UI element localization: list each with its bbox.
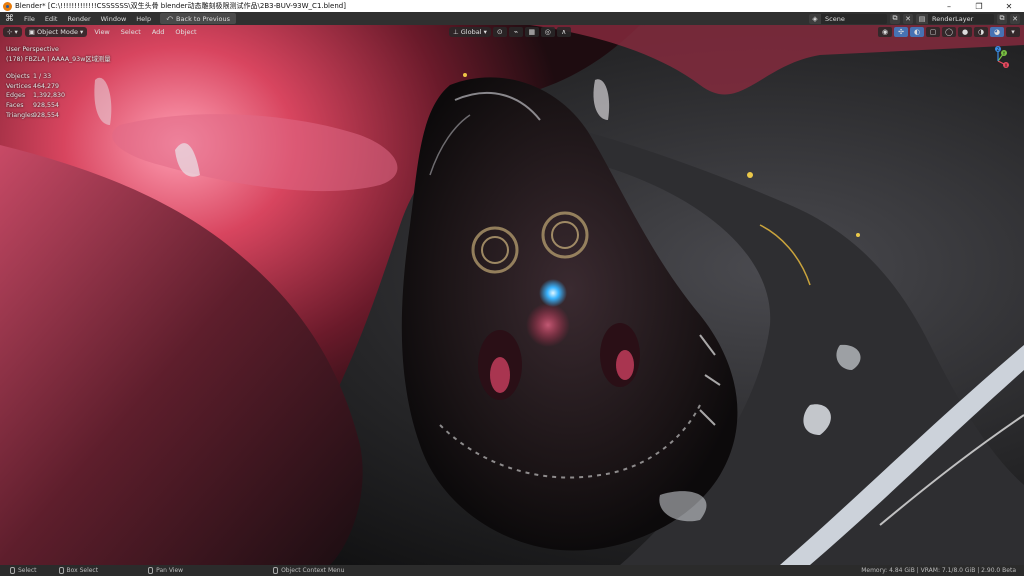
pivot-point-icon[interactable]: ⊙ (492, 27, 507, 37)
active-collection-label: (178) FBZLA | AAAA_93w区域测量 (6, 55, 111, 63)
stat-value: 928,554 (33, 101, 60, 109)
material-preview-icon[interactable]: ◑ (974, 27, 988, 37)
transform-controls: ⊥ Global ▾ ⊙ ⌁ ▦ ◎ ∧ (446, 27, 571, 37)
view-layer-name-field[interactable]: RenderLayer (928, 15, 994, 23)
viewport-menu-select[interactable]: Select (117, 27, 145, 37)
blender-app-icon (3, 1, 12, 11)
scene-statistics: Objects 1 / 33 Vertices 464,279 Edges 1,… (6, 72, 111, 120)
view-layer-selector[interactable]: ▤ RenderLayer (916, 13, 994, 24)
back-to-previous-label: Back to Previous (176, 14, 230, 23)
status-pan-view-label: Pan View (156, 567, 184, 574)
menu-render[interactable]: Render (62, 15, 95, 23)
gizmo-x-label: X (1005, 63, 1008, 68)
visibility-icon[interactable]: ◉ (878, 27, 892, 37)
stat-value: 1 / 33 (33, 73, 52, 81)
overlay-toggle-icon[interactable]: ◐ (910, 27, 924, 37)
close-button[interactable]: ✕ (994, 0, 1024, 12)
rendered-shading-icon[interactable]: ◕ (990, 27, 1004, 37)
editor-type-button[interactable]: ⊹ ▾ (3, 27, 22, 37)
status-select-hint: Select (10, 567, 37, 574)
status-select-label: Select (18, 567, 37, 574)
stat-label: Triangles (6, 111, 35, 119)
window-titlebar: Blender* [C:\!!!!!!!!!!!!!CSSSSSS\双生头骨 b… (0, 0, 1024, 12)
blender-logo-icon[interactable]: ⌘ (5, 14, 15, 24)
status-box-select-hint: Box Select (58, 567, 99, 574)
proportional-editing-icon[interactable]: ◎ (540, 27, 555, 37)
gizmo-y-label: Y (1002, 51, 1006, 56)
status-pan-view-hint: Pan View (148, 567, 183, 574)
falloff-icon[interactable]: ∧ (556, 27, 571, 37)
stat-value: 464,279 (33, 82, 60, 90)
maximize-button[interactable]: ❐ (964, 0, 994, 12)
snap-target-icon[interactable]: ▦ (524, 27, 539, 37)
transform-orientation-label: Global (460, 28, 482, 36)
gizmo-z-label: Z (997, 47, 1000, 52)
perspective-label: User Perspective (6, 46, 59, 53)
shading-options-icon[interactable]: ▾ (1006, 27, 1020, 37)
object-mode-icon: ▣ (28, 28, 35, 36)
navigation-gizmo[interactable]: X Y Z (984, 45, 1012, 73)
stat-label: Objects (6, 73, 30, 81)
middle-mouse-drag-icon (148, 567, 154, 574)
viewport-menu-object[interactable]: Object (171, 27, 200, 37)
new-scene-icon[interactable]: ⧉ (890, 13, 900, 24)
mode-label: Object Mode (37, 28, 78, 36)
wireframe-shading-icon[interactable]: ◯ (942, 27, 956, 37)
editor-type-icon: ⊹ (7, 28, 13, 36)
scene-icon: ◈ (809, 13, 821, 24)
gizmo-toggle-icon[interactable]: ✣ (894, 27, 908, 37)
new-view-layer-icon[interactable]: ⧉ (997, 13, 1007, 24)
top-menubar: ⌘ File Edit Render Window Help ⤺ Back to… (0, 12, 1024, 25)
middle-mouse-icon (58, 567, 64, 574)
rendered-sculpt-scene[interactable] (0, 25, 1024, 565)
delete-scene-icon[interactable]: ✕ (903, 13, 913, 24)
stat-value: 1,392,830 (33, 92, 66, 100)
minimize-button[interactable]: – (934, 0, 964, 12)
right-mouse-icon (273, 567, 279, 574)
window-title: Blender* [C:\!!!!!!!!!!!!!CSSSSSS\双生头骨 b… (15, 2, 346, 10)
status-memory-info: Memory: 4.84 GiB | VRAM: 7.1/8.0 GiB | 2… (861, 567, 1016, 574)
scene-name-field[interactable]: Scene (821, 15, 887, 23)
menu-file[interactable]: File (19, 15, 40, 23)
viewport-menu-add[interactable]: Add (148, 27, 169, 37)
scene-selector[interactable]: ◈ Scene (809, 13, 887, 24)
status-bar: Select Box Select Pan View Object Contex… (0, 565, 1024, 576)
stat-label: Edges (6, 92, 26, 100)
stat-value: 928,554 (33, 111, 60, 119)
3d-viewport[interactable]: ⊹ ▾ ▣ Object Mode ▾ View Select Add Obje… (0, 25, 1024, 565)
stat-label: Faces (6, 101, 24, 109)
scene-controls: ◈ Scene ⧉ ✕ ▤ RenderLayer ⧉ ✕ (809, 12, 1024, 25)
status-context-menu-hint: Object Context Menu (273, 567, 344, 574)
viewport-shading-controls: ◉ ✣ ◐ ▢ ◯ ● ◑ ◕ ▾ (878, 27, 1020, 37)
viewport-info-overlay: User Perspective (178) FBZLA | AAAA_93w区… (6, 45, 111, 120)
stat-label: Vertices (6, 82, 32, 90)
window-controls: – ❐ ✕ (934, 0, 1024, 12)
left-mouse-icon (10, 567, 15, 574)
snap-icon[interactable]: ⌁ (508, 27, 523, 37)
status-context-menu-label: Object Context Menu (281, 567, 345, 574)
menu-help[interactable]: Help (131, 15, 156, 23)
mode-selector[interactable]: ▣ Object Mode ▾ (24, 27, 88, 37)
status-box-select-label: Box Select (66, 567, 99, 574)
orientation-icon: ⊥ (453, 28, 459, 36)
xray-toggle-icon[interactable]: ▢ (926, 27, 940, 37)
delete-view-layer-icon[interactable]: ✕ (1010, 13, 1020, 24)
back-to-previous-button[interactable]: ⤺ Back to Previous (160, 13, 236, 24)
viewport-menu-view[interactable]: View (90, 27, 113, 37)
menu-edit[interactable]: Edit (40, 15, 63, 23)
solid-shading-icon[interactable]: ● (958, 27, 972, 37)
menu-window[interactable]: Window (96, 15, 132, 23)
view-layer-icon: ▤ (916, 13, 928, 24)
back-arrow-icon: ⤺ (166, 14, 174, 22)
transform-orientation-dropdown[interactable]: ⊥ Global ▾ (449, 27, 491, 37)
